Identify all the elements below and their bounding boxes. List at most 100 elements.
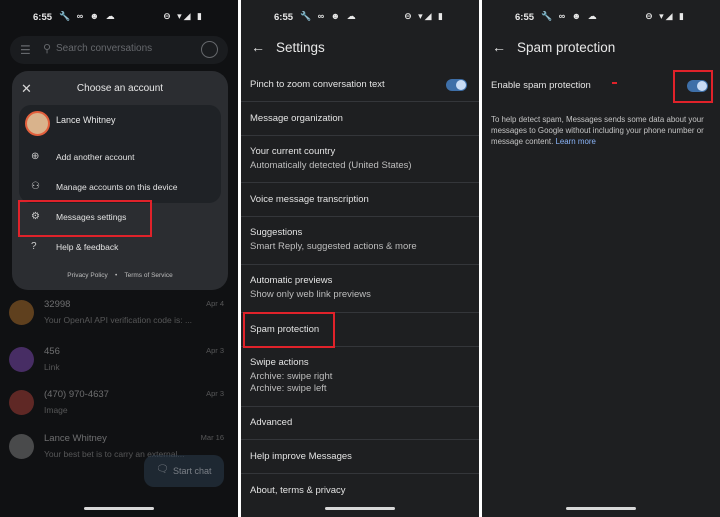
back-arrow-icon[interactable]: ← (492, 39, 506, 55)
settings-header: ← Settings (241, 34, 479, 64)
conversation-preview: Image (44, 405, 68, 415)
separator-dot: • (114, 272, 118, 279)
gesture-bar (84, 507, 154, 510)
status-right-icons: ⊖ ▾◢ ▮ (404, 11, 445, 21)
chat-icon: 🗨 (156, 464, 169, 475)
settings-row-advanced[interactable]: Advanced (241, 407, 479, 440)
spam-protection-panel: 6:55 🔧 ∞ ☻ ☁ ⊖ ▾◢ ▮ ← Spam protection En… (482, 0, 720, 517)
menu-item-label: Add another account (56, 152, 135, 162)
settings-row-swipe-actions[interactable]: Swipe actions Archive: swipe right Archi… (241, 347, 479, 407)
row-title: Suggestions (250, 227, 303, 238)
highlight-box (243, 312, 335, 348)
row-title: Help improve Messages (250, 451, 352, 462)
status-bar: 6:55 🔧 ∞ ☻ ☁ ⊖ ▾◢ ▮ (241, 10, 479, 26)
add-account-item[interactable]: ⊕ Add another account (12, 145, 228, 169)
annotation-mark (612, 82, 617, 84)
settings-row-about[interactable]: About, terms & privacy (241, 474, 479, 508)
back-arrow-icon[interactable]: ← (251, 39, 265, 55)
status-left-icons: 🔧 ∞ ☻ ☁ (541, 11, 599, 21)
terms-link[interactable]: Terms of Service (124, 272, 172, 279)
help-feedback-item[interactable]: ? Help & feedback (12, 235, 228, 259)
status-bar: 6:55 🔧 ∞ ☻ ☁ ⊖ ▾◢ ▮ (482, 10, 720, 26)
contact-avatar (9, 347, 34, 372)
settings-row-help-improve[interactable]: Help improve Messages (241, 440, 479, 474)
row-title: Message organization (250, 113, 343, 124)
hamburger-menu-icon[interactable]: ☰ (20, 43, 31, 57)
conversation-item[interactable]: (470) 970-4637 Image Apr 3 (0, 386, 238, 432)
pinch-zoom-toggle[interactable] (446, 79, 467, 91)
settings-row-automatic-previews[interactable]: Automatic previews Show only web link pr… (241, 265, 479, 313)
spam-description: To help detect spam, Messages sends some… (491, 114, 715, 147)
page-title: Settings (276, 40, 325, 55)
conversation-date: Apr 3 (206, 389, 224, 398)
help-icon: ? (31, 241, 37, 252)
row-title: Voice message transcription (250, 194, 369, 205)
manage-accounts-item[interactable]: ⚇ Manage accounts on this device (12, 175, 228, 199)
privacy-policy-link[interactable]: Privacy Policy (67, 272, 107, 279)
conversation-preview: Your OpenAI API verification code is: ..… (44, 315, 193, 325)
search-input[interactable]: Search conversations (56, 43, 152, 54)
messages-home-panel: 6:55 🔧 ∞ ☻ ☁ ⊖ ▾◢ ▮ ☰ ⚲ Search conversat… (0, 0, 238, 517)
settings-row-country[interactable]: Your current country Automatically detec… (241, 136, 479, 183)
status-right-icons: ⊖ ▾◢ ▮ (163, 11, 204, 21)
row-title: Pinch to zoom conversation text (250, 79, 385, 90)
avatar[interactable] (25, 111, 50, 136)
row-subtitle: Archive: swipe right (250, 371, 333, 382)
conversation-name: 32998 (44, 299, 71, 310)
row-title: Swipe actions (250, 357, 309, 368)
search-icon: ⚲ (43, 43, 52, 55)
conversation-date: Mar 16 (200, 433, 224, 442)
conversation-name: Lance Whitney (44, 433, 107, 444)
row-title: Your current country (250, 146, 336, 157)
status-time: 6:55 (274, 12, 294, 23)
contact-avatar (9, 300, 34, 325)
status-bar: 6:55 🔧 ∞ ☻ ☁ ⊖ ▾◢ ▮ (0, 10, 238, 26)
start-chat-button[interactable]: 🗨 Start chat (144, 455, 224, 487)
account-icon[interactable] (201, 41, 218, 58)
contact-avatar (9, 434, 34, 459)
row-title: Advanced (250, 417, 293, 428)
gesture-bar (325, 507, 395, 510)
toggle-label: Enable spam protection (491, 80, 591, 91)
conversation-item[interactable]: 456 Link Apr 3 (0, 343, 238, 389)
row-title: Automatic previews (250, 275, 333, 286)
gesture-bar (566, 507, 636, 510)
menu-item-label: Help & feedback (56, 242, 119, 252)
row-title: About, terms & privacy (250, 485, 346, 496)
learn-more-link[interactable]: Learn more (556, 137, 596, 146)
row-subtitle: Automatically detected (United States) (250, 160, 412, 171)
highlight-box (18, 200, 152, 237)
description-text: To help detect spam, Messages sends some… (491, 115, 704, 146)
manage-accounts-icon: ⚇ (31, 181, 40, 192)
conversation-date: Apr 3 (206, 346, 224, 355)
status-left-icons: 🔧 ∞ ☻ ☁ (300, 11, 358, 21)
row-subtitle: Show only web link previews (250, 289, 371, 300)
conversation-date: Apr 4 (206, 299, 224, 308)
menu-item-label: Manage accounts on this device (56, 182, 178, 192)
settings-row-pinch-zoom[interactable]: Pinch to zoom conversation text (241, 69, 479, 102)
settings-row-voice-transcription[interactable]: Voice message transcription (241, 183, 479, 217)
account-sheet: ✕ Choose an account Lance Whitney ⊕ Add … (12, 71, 228, 290)
search-bar[interactable]: ☰ ⚲ Search conversations (10, 36, 228, 64)
status-right-icons: ⊖ ▾◢ ▮ (645, 11, 686, 21)
contact-avatar (9, 390, 34, 415)
start-chat-label: Start chat (173, 466, 212, 476)
page-title: Spam protection (517, 40, 616, 55)
status-time: 6:55 (515, 12, 535, 23)
conversation-item[interactable]: 32998 Your OpenAI API verification code … (0, 296, 238, 342)
highlight-box (673, 70, 713, 103)
conversation-name: 456 (44, 346, 60, 357)
settings-row-message-organization[interactable]: Message organization (241, 102, 479, 136)
spam-header: ← Spam protection (482, 34, 720, 64)
status-time: 6:55 (33, 12, 53, 23)
toggle-knob (456, 80, 466, 90)
legal-links: Privacy Policy • Terms of Service (12, 272, 228, 279)
settings-row-suggestions[interactable]: Suggestions Smart Reply, suggested actio… (241, 217, 479, 265)
conversation-preview: Link (44, 362, 60, 372)
status-left-icons: 🔧 ∞ ☻ ☁ (59, 11, 117, 21)
row-subtitle: Smart Reply, suggested actions & more (250, 241, 417, 252)
account-name: Lance Whitney (56, 115, 116, 125)
row-subtitle: Archive: swipe left (250, 383, 327, 394)
sheet-title: Choose an account (76, 83, 164, 94)
add-person-icon: ⊕ (31, 151, 40, 162)
